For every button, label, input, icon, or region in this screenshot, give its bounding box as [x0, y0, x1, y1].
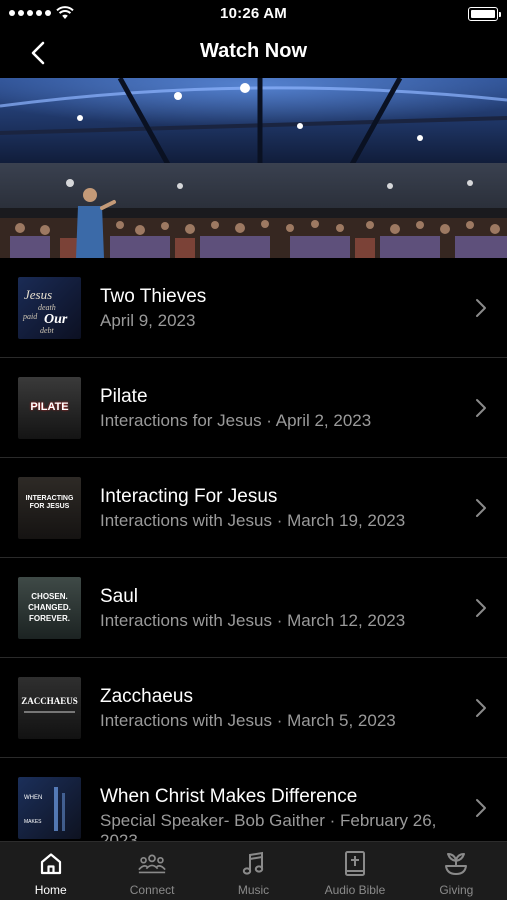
tab-giving[interactable]: Giving [406, 842, 507, 900]
sermon-list: Jesus death paid Our debt Two Thieves Ap… [0, 258, 507, 841]
sermon-thumbnail: Jesus death paid Our debt [18, 277, 81, 339]
chevron-right-icon [476, 599, 486, 617]
sermon-subtitle: April 9, 2023 [100, 311, 196, 330]
chevron-right-icon [476, 299, 486, 317]
bible-icon [340, 850, 370, 878]
battery-icon [468, 7, 501, 21]
sermon-thumbnail: INTERACTING FOR JESUS [18, 477, 81, 539]
navigation-bar: Watch Now [0, 28, 507, 78]
svg-text:Jesus: Jesus [24, 287, 52, 302]
list-item[interactable]: ZACCHAEUS Zacchaeus Interactions with Je… [0, 658, 507, 758]
list-item[interactable]: PILATE Pilate Interactions for Jesus · A… [0, 358, 507, 458]
status-time: 10:26 AM [220, 5, 287, 22]
hero-image [0, 78, 507, 258]
svg-text:death: death [38, 303, 56, 312]
tab-label: Connect [129, 883, 175, 897]
chevron-right-icon [476, 399, 486, 417]
page-title: Watch Now [199, 40, 308, 62]
tab-connect[interactable]: Connect [101, 842, 202, 900]
home-icon [36, 850, 66, 878]
sermon-title: Interacting For Jesus [100, 486, 278, 507]
list-item[interactable]: CHOSEN. CHANGED. FOREVER. Saul Interacti… [0, 558, 507, 658]
sermon-thumbnail: ZACCHAEUS [18, 677, 81, 739]
sermon-thumbnail: CHOSEN. CHANGED. FOREVER. [18, 577, 81, 639]
svg-text:debt: debt [40, 326, 55, 335]
sermon-thumbnail: WHEN MAKES [18, 777, 81, 839]
music-note-icon [239, 850, 269, 878]
plant-icon [441, 850, 471, 878]
tab-label: Giving [439, 883, 474, 897]
svg-text:MAKES: MAKES [24, 819, 42, 825]
sermon-thumbnail: PILATE [18, 377, 81, 439]
sermon-subtitle: Interactions with Jesus · March 19, 2023 [100, 511, 406, 530]
sermon-subtitle: Interactions with Jesus · March 5, 2023 [100, 711, 396, 730]
tab-music[interactable]: Music [203, 842, 304, 900]
list-item[interactable]: INTERACTING FOR JESUS Interacting For Je… [0, 458, 507, 558]
svg-text:paid: paid [22, 312, 38, 321]
tab-label: Music [237, 883, 270, 897]
tab-audio-bible[interactable]: Audio Bible [304, 842, 405, 900]
chevron-right-icon [476, 699, 486, 717]
people-icon [137, 850, 167, 878]
tab-label: Audio Bible [324, 883, 386, 897]
sermon-title: Zacchaeus [100, 686, 193, 707]
sermon-subtitle: Special Speaker- Bob Gaither · February … [100, 811, 437, 841]
svg-text:WHEN: WHEN [24, 795, 42, 801]
list-item[interactable]: WHEN MAKES When Christ Makes Difference … [0, 758, 507, 841]
chevron-right-icon [476, 799, 486, 817]
sermon-subtitle: Interactions with Jesus · March 12, 2023 [100, 611, 406, 630]
chevron-right-icon [476, 499, 486, 517]
sermon-title: When Christ Makes Difference [100, 786, 358, 807]
sermon-title: Pilate [100, 386, 148, 407]
sermon-title: Two Thieves [100, 286, 207, 307]
sermon-title: Saul [100, 586, 139, 607]
svg-text:Our: Our [44, 312, 68, 327]
tab-label: Home [34, 883, 67, 897]
list-item[interactable]: Jesus death paid Our debt Two Thieves Ap… [0, 258, 507, 358]
status-bar: 10:26 AM [0, 0, 507, 28]
tab-bar: Home Connect Music Audio Bible Giving [0, 841, 507, 900]
tab-home[interactable]: Home [0, 842, 101, 900]
sermon-subtitle: Interactions for Jesus · April 2, 2023 [100, 411, 372, 430]
